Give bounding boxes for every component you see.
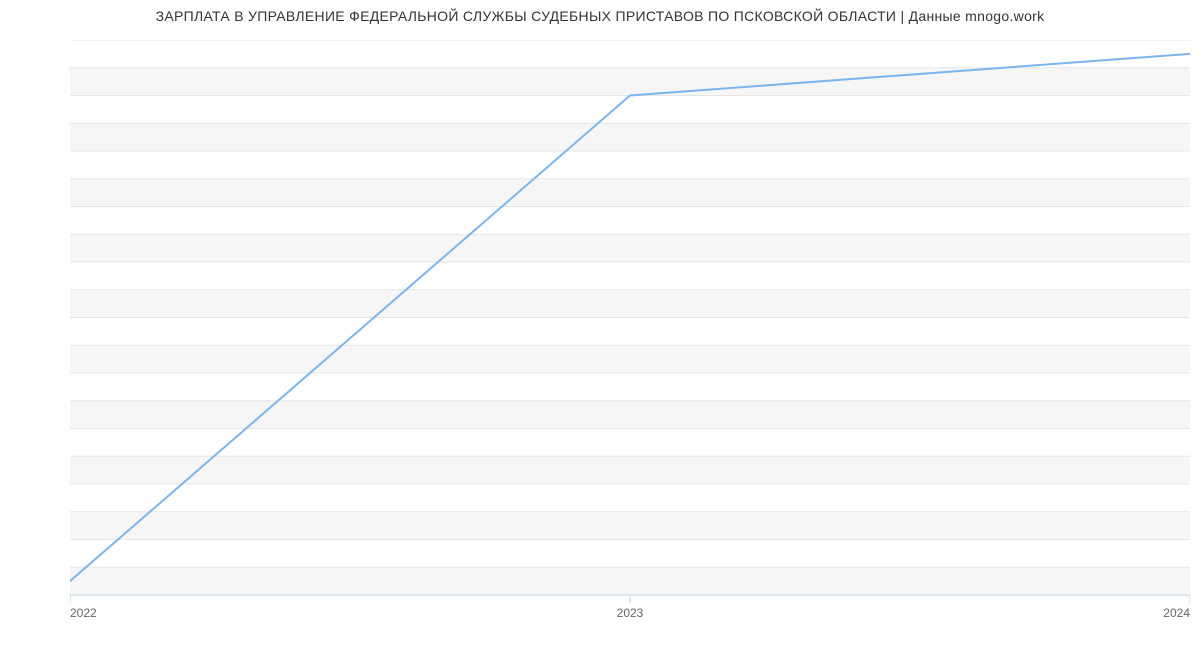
chart-svg: 2022202320241600018000200002200024000260… — [70, 40, 1190, 635]
chart-container: ЗАРПЛАТА В УПРАВЛЕНИЕ ФЕДЕРАЛЬНОЙ СЛУЖБЫ… — [0, 0, 1200, 650]
x-tick-label: 2024 — [1163, 606, 1190, 620]
x-tick-label: 2023 — [617, 606, 644, 620]
chart-title: ЗАРПЛАТА В УПРАВЛЕНИЕ ФЕДЕРАЛЬНОЙ СЛУЖБЫ… — [0, 8, 1200, 24]
x-tick-label: 2022 — [70, 606, 97, 620]
plot-area: 2022202320241600018000200002200024000260… — [70, 40, 1190, 595]
